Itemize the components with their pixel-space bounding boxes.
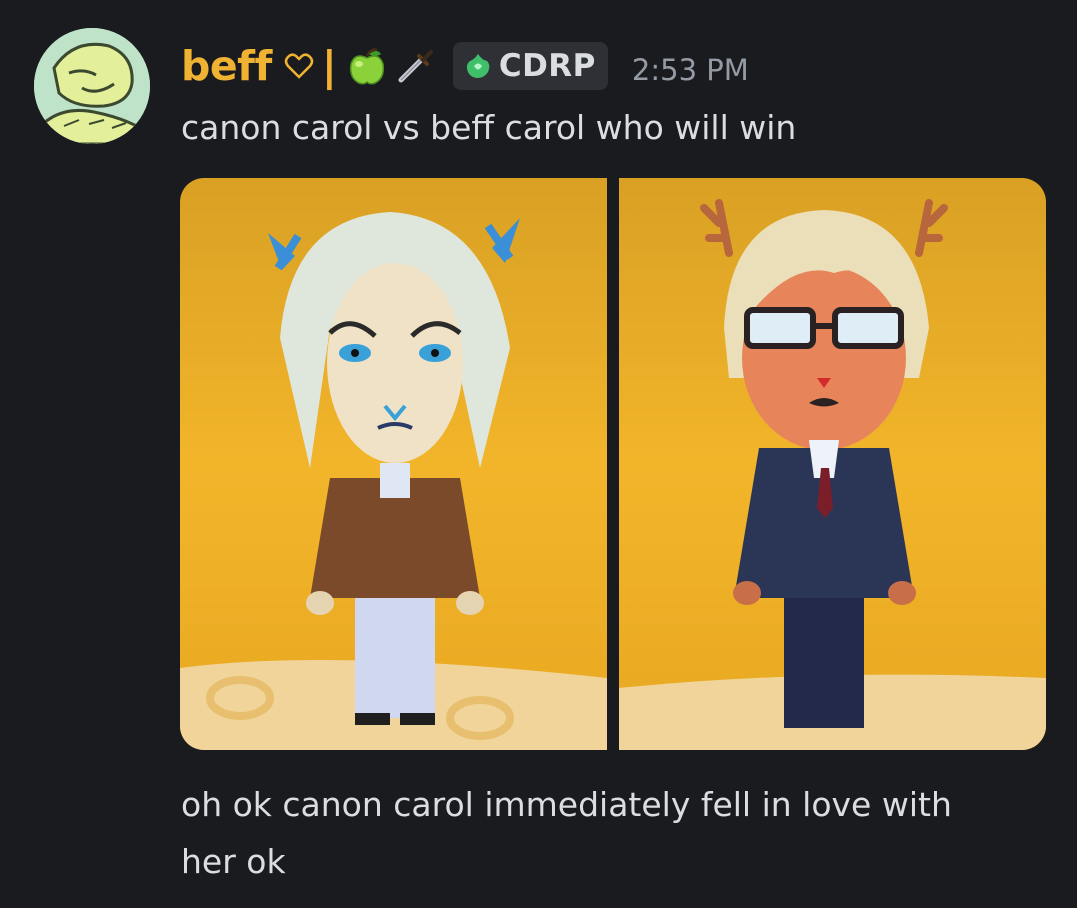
- mii-canon-carol-image: [180, 178, 607, 750]
- green-gem-icon: [466, 54, 490, 78]
- image-attachment-2[interactable]: [619, 178, 1046, 750]
- followup-message-line-2: her ok: [181, 842, 286, 881]
- username[interactable]: beff: [181, 42, 272, 90]
- heart-outline-icon: [284, 53, 314, 79]
- name-separator: |: [321, 42, 337, 90]
- green-apple-emoji: [349, 48, 384, 85]
- server-tag[interactable]: CDRP: [452, 42, 608, 90]
- dagger-emoji: [398, 50, 433, 83]
- followup-message-line-1: oh ok canon carol immediately fell in lo…: [181, 785, 952, 824]
- message-text: canon carol vs beff carol who will win: [181, 108, 797, 147]
- message-header: beff | CDRP 2:53 PM: [181, 36, 749, 96]
- timestamp[interactable]: 2:53 PM: [632, 45, 749, 87]
- image-attachment-1[interactable]: [180, 178, 607, 750]
- mii-beff-carol-image: [619, 178, 1046, 750]
- user-avatar[interactable]: [34, 28, 150, 144]
- server-tag-label: CDRP: [498, 48, 596, 84]
- chat-message: beff | CDRP 2:53 PM canon carol vs beff …: [0, 0, 1077, 908]
